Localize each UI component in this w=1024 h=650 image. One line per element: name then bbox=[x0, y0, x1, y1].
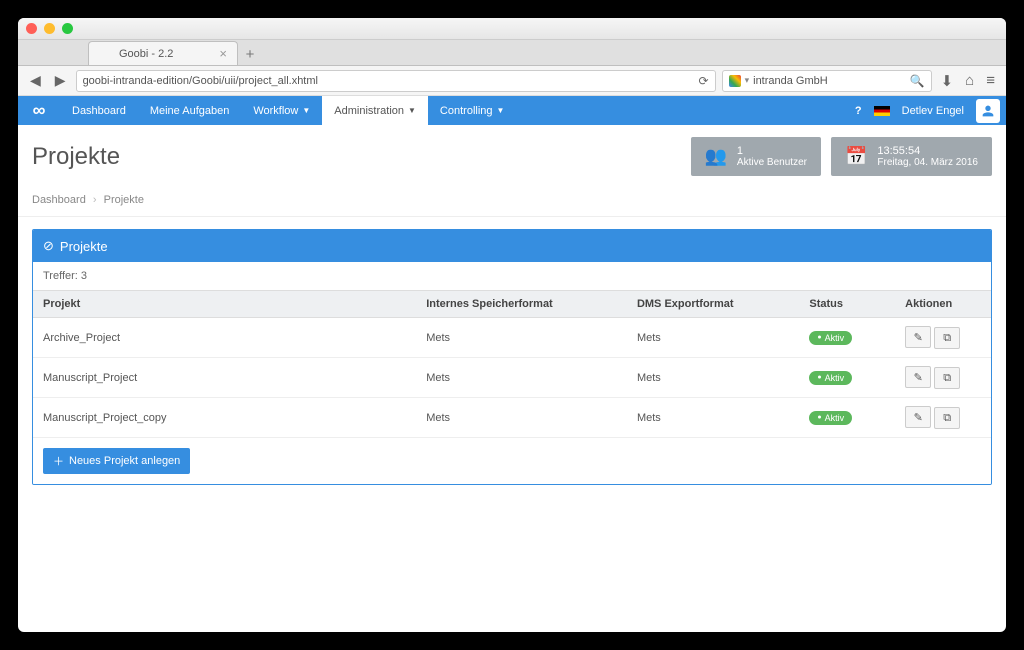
nav-workflow[interactable]: Workflow▼ bbox=[241, 96, 322, 125]
menu-icon[interactable]: ≡ bbox=[983, 72, 998, 89]
table-row[interactable]: Archive_ProjectMetsMetsAktiv✎⧉ bbox=[33, 318, 991, 358]
flag-de-icon[interactable] bbox=[874, 106, 890, 116]
page-title: Projekte bbox=[32, 143, 120, 171]
home-icon[interactable]: ⌂ bbox=[962, 72, 977, 89]
cell-actions: ✎⧉ bbox=[895, 358, 991, 398]
active-users-card[interactable]: 👥 1 Aktive Benutzer bbox=[691, 137, 821, 176]
nav-right: ? Detlev Engel bbox=[855, 96, 1006, 125]
cell-project-name: Archive_Project bbox=[33, 318, 416, 358]
app-logo[interactable]: ∞ bbox=[18, 96, 60, 125]
browser-toolbar: ◀ ▶ goobi-intranda-edition/Goobi/uii/pro… bbox=[18, 66, 1006, 96]
search-engine-icon bbox=[729, 75, 741, 87]
new-tab-button[interactable]: + bbox=[238, 46, 262, 65]
col-status[interactable]: Status bbox=[799, 291, 895, 318]
date-label: Freitag, 04. März 2016 bbox=[877, 157, 978, 168]
window-minimize-button[interactable] bbox=[44, 23, 55, 34]
user-name-label[interactable]: Detlev Engel bbox=[902, 105, 964, 117]
col-dms[interactable]: DMS Exportformat bbox=[627, 291, 799, 318]
help-icon[interactable]: ? bbox=[855, 105, 862, 117]
table-header-row: Projekt Internes Speicherformat DMS Expo… bbox=[33, 291, 991, 318]
browser-window: ∞ Goobi - 2.2 × + ◀ ▶ goobi-intranda-edi… bbox=[18, 18, 1006, 632]
time-label: 13:55:54 bbox=[877, 145, 978, 157]
copy-button[interactable]: ⧉ bbox=[934, 327, 960, 349]
new-project-label: Neues Projekt anlegen bbox=[69, 455, 180, 467]
breadcrumb-separator: › bbox=[93, 194, 97, 206]
col-projekt[interactable]: Projekt bbox=[33, 291, 416, 318]
url-text: goobi-intranda-edition/Goobi/uii/project… bbox=[83, 75, 318, 87]
reload-icon[interactable]: ⟳ bbox=[699, 74, 709, 88]
window-zoom-button[interactable] bbox=[62, 23, 73, 34]
cell-status: Aktiv bbox=[799, 318, 895, 358]
mac-titlebar bbox=[18, 18, 1006, 40]
projects-table: Projekt Internes Speicherformat DMS Expo… bbox=[33, 290, 991, 438]
breadcrumb-current: Projekte bbox=[104, 194, 144, 206]
edit-button[interactable]: ✎ bbox=[905, 406, 931, 428]
top-nav: ∞ Dashboard Meine Aufgaben Workflow▼ Adm… bbox=[18, 96, 1006, 125]
table-row[interactable]: Manuscript_ProjectMetsMetsAktiv✎⧉ bbox=[33, 358, 991, 398]
search-dropdown-icon[interactable]: ▾ bbox=[745, 75, 750, 86]
breadcrumb-root[interactable]: Dashboard bbox=[32, 194, 86, 206]
new-project-button[interactable]: ＋ Neues Projekt anlegen bbox=[43, 448, 190, 474]
cell-internal-format: Mets bbox=[416, 358, 627, 398]
forward-button[interactable]: ▶ bbox=[51, 72, 70, 89]
copy-button[interactable]: ⧉ bbox=[934, 407, 960, 429]
panel-title: Projekte bbox=[60, 239, 108, 254]
user-avatar-icon[interactable] bbox=[976, 99, 1000, 123]
cell-internal-format: Mets bbox=[416, 318, 627, 358]
nav-meine-aufgaben[interactable]: Meine Aufgaben bbox=[138, 96, 242, 125]
cell-project-name: Manuscript_Project_copy bbox=[33, 398, 416, 438]
cell-actions: ✎⧉ bbox=[895, 398, 991, 438]
browser-tab[interactable]: Goobi - 2.2 × bbox=[88, 41, 238, 65]
status-badge: Aktiv bbox=[809, 331, 852, 345]
cell-status: Aktiv bbox=[799, 398, 895, 438]
status-badge: Aktiv bbox=[809, 371, 852, 385]
search-icon[interactable]: 🔍 bbox=[910, 74, 925, 88]
cell-internal-format: Mets bbox=[416, 398, 627, 438]
url-input[interactable]: goobi-intranda-edition/Goobi/uii/project… bbox=[76, 70, 716, 92]
content-area: ⊘ Projekte Treffer: 3 Projekt Internes S… bbox=[18, 217, 1006, 497]
nav-dashboard[interactable]: Dashboard bbox=[60, 96, 138, 125]
browser-search-input[interactable]: ▾ intranda GmbH 🔍 bbox=[722, 70, 932, 92]
projects-panel: ⊘ Projekte Treffer: 3 Projekt Internes S… bbox=[32, 229, 992, 485]
app-root: ∞ Dashboard Meine Aufgaben Workflow▼ Adm… bbox=[18, 96, 1006, 497]
back-button[interactable]: ◀ bbox=[26, 72, 45, 89]
browser-tabstrip: ∞ Goobi - 2.2 × + bbox=[18, 40, 1006, 66]
status-badge: Aktiv bbox=[809, 411, 852, 425]
calendar-icon: 📅 bbox=[845, 146, 867, 167]
cell-dms-format: Mets bbox=[627, 318, 799, 358]
cell-project-name: Manuscript_Project bbox=[33, 358, 416, 398]
tab-close-icon[interactable]: × bbox=[219, 46, 227, 61]
cell-dms-format: Mets bbox=[627, 398, 799, 438]
panel-body: Treffer: 3 Projekt Internes Speicherform… bbox=[33, 262, 991, 484]
panel-icon: ⊘ bbox=[43, 238, 54, 254]
col-internes[interactable]: Internes Speicherformat bbox=[416, 291, 627, 318]
search-text: intranda GmbH bbox=[753, 75, 828, 87]
col-aktionen: Aktionen bbox=[895, 291, 991, 318]
plus-icon: ＋ bbox=[53, 453, 64, 469]
table-row[interactable]: Manuscript_Project_copyMetsMetsAktiv✎⧉ bbox=[33, 398, 991, 438]
active-users-count: 1 bbox=[737, 145, 807, 157]
datetime-card: 📅 13:55:54 Freitag, 04. März 2016 bbox=[831, 137, 992, 176]
cell-actions: ✎⧉ bbox=[895, 318, 991, 358]
page-header: Projekte 👥 1 Aktive Benutzer 📅 13:55:54 … bbox=[18, 125, 1006, 188]
active-users-label: Aktive Benutzer bbox=[737, 157, 807, 168]
download-icon[interactable]: ⬇ bbox=[938, 72, 957, 90]
breadcrumb: Dashboard › Projekte bbox=[18, 188, 1006, 217]
hit-count: Treffer: 3 bbox=[33, 262, 991, 290]
cell-dms-format: Mets bbox=[627, 358, 799, 398]
window-close-button[interactable] bbox=[26, 23, 37, 34]
chevron-down-icon: ▼ bbox=[302, 106, 310, 115]
edit-button[interactable]: ✎ bbox=[905, 366, 931, 388]
nav-controlling[interactable]: Controlling▼ bbox=[428, 96, 517, 125]
chevron-down-icon: ▼ bbox=[408, 106, 416, 115]
nav-administration[interactable]: Administration▼ bbox=[322, 96, 428, 125]
cell-status: Aktiv bbox=[799, 358, 895, 398]
edit-button[interactable]: ✎ bbox=[905, 326, 931, 348]
panel-header: ⊘ Projekte bbox=[33, 230, 991, 262]
users-icon: 👥 bbox=[705, 146, 727, 167]
tab-title: Goobi - 2.2 bbox=[119, 48, 173, 60]
copy-button[interactable]: ⧉ bbox=[934, 367, 960, 389]
chevron-down-icon: ▼ bbox=[497, 106, 505, 115]
